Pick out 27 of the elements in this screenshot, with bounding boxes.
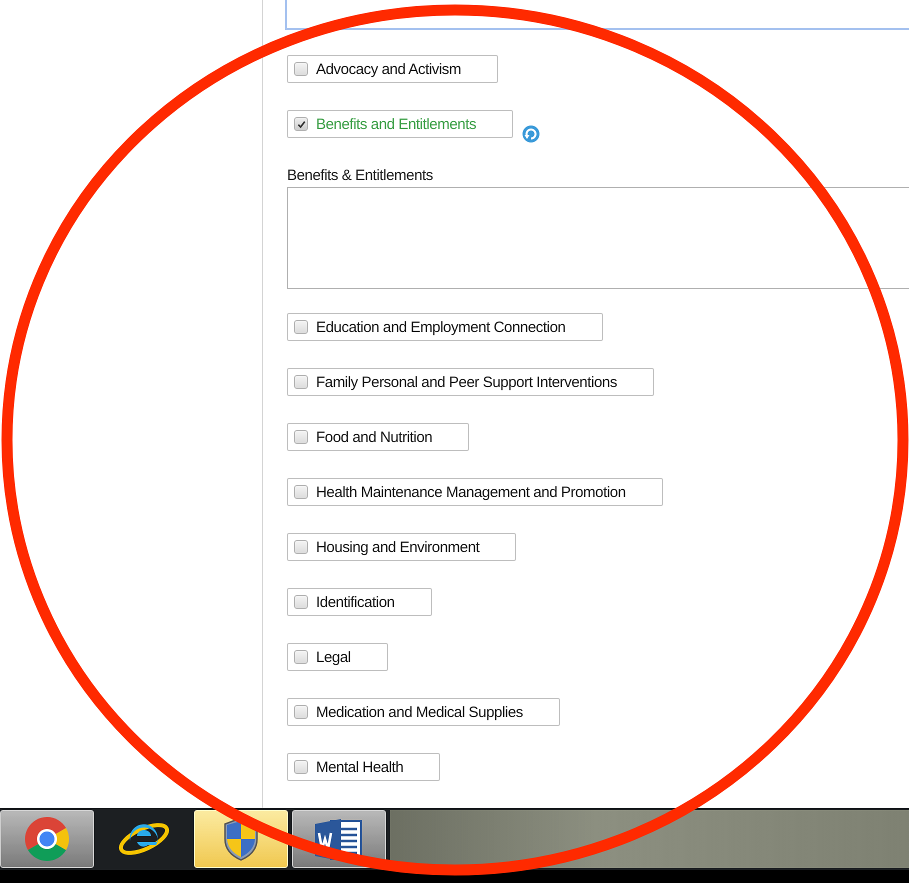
- checkbox[interactable]: [294, 540, 308, 554]
- checkbox-option[interactable]: Food and Nutrition: [287, 423, 470, 451]
- checkbox[interactable]: [294, 760, 308, 774]
- checkbox[interactable]: [294, 117, 308, 131]
- checkbox[interactable]: [294, 650, 308, 664]
- refresh-icon[interactable]: [521, 124, 542, 144]
- checkbox[interactable]: [294, 62, 308, 76]
- text-area[interactable]: [287, 187, 909, 289]
- checkbox[interactable]: [294, 375, 308, 389]
- chrome-icon: [23, 815, 71, 863]
- checkmark-icon: [296, 120, 306, 128]
- checkbox[interactable]: [294, 705, 308, 719]
- checkbox-option[interactable]: Advocacy and Activism: [287, 55, 498, 83]
- checkbox-option[interactable]: Family Personal and Peer Support Interventions: [287, 368, 654, 396]
- text-area[interactable]: [285, 0, 909, 30]
- checkbox-option[interactable]: Education and Employment Connection: [287, 313, 602, 341]
- checkbox[interactable]: [294, 430, 308, 444]
- checkbox-option[interactable]: Legal: [287, 643, 388, 671]
- checkbox-option[interactable]: Medication and Medical Supplies: [287, 698, 560, 726]
- field-label: Benefits & Entitlements: [287, 167, 434, 184]
- checkbox-option[interactable]: Mental Health: [287, 753, 440, 781]
- checkbox[interactable]: [294, 595, 308, 609]
- checkbox-option[interactable]: Housing and Environment: [287, 533, 516, 561]
- checkbox[interactable]: [294, 485, 308, 499]
- checkbox[interactable]: [294, 320, 308, 334]
- checkbox-option[interactable]: Identification: [287, 588, 432, 616]
- checkbox-option[interactable]: Health Maintenance Management and Promotion: [287, 478, 663, 506]
